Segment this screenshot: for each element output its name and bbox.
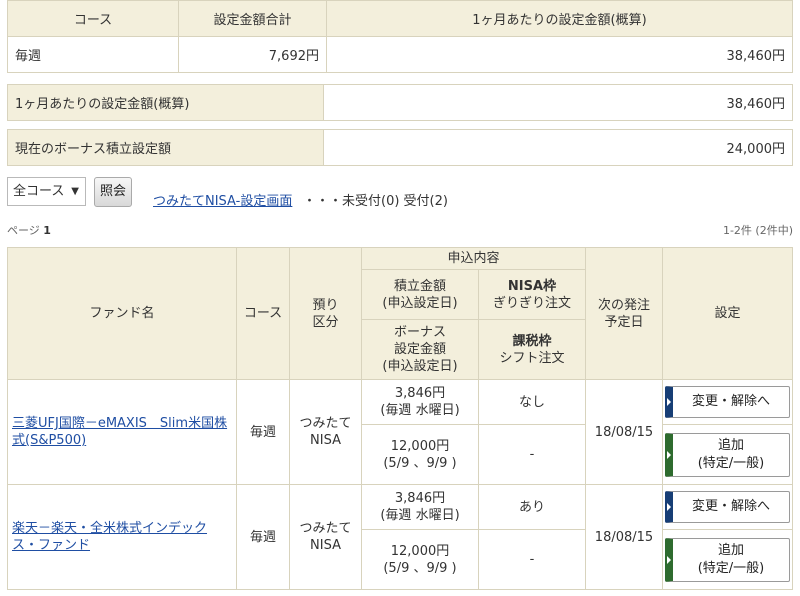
header-account-type: 預り 区分 — [289, 247, 362, 380]
bonus-amount-label: 現在のボーナス積立設定額 — [7, 129, 324, 166]
tax-shift-cell: - — [478, 529, 586, 590]
header-next-order-date: 次の発注 予定日 — [585, 247, 663, 380]
monthly-amount-value: 38,460円 — [323, 84, 793, 121]
fund-cell: 三菱UFJ国際－eMAXIS Slim米国株式(S&P500) — [7, 379, 237, 485]
summary-monthly: 38,460円 — [326, 36, 793, 73]
account-cell: つみたて NISA — [289, 484, 362, 590]
header-application: 申込内容 — [361, 247, 586, 270]
bonus-amount-value: 24,000円 — [323, 129, 793, 166]
monthly-amount-label: 1ヶ月あたりの設定金額(概算) — [7, 84, 324, 121]
next-date-cell: 18/08/15 — [585, 379, 663, 485]
summary-table: コース 設定金額合計 1ヶ月あたりの設定金額(概算) 毎週 7,692円 38,… — [7, 0, 793, 73]
fund-cell: 楽天－楽天・全米株式インデックス・ファンド — [7, 484, 237, 590]
nisa-order-cell: なし — [478, 379, 586, 425]
bonus-amount-cell: 12,000円 (5/9 、9/9 ) — [361, 424, 479, 485]
header-fund-name: ファンド名 — [7, 247, 237, 380]
page-indicator: ページ 1 — [7, 222, 51, 238]
course-select-value: 全コース — [13, 184, 65, 199]
account-cell: つみたて NISA — [289, 379, 362, 485]
fund-link[interactable]: 楽天－楽天・全米株式インデックス・ファンド — [12, 521, 207, 553]
amount-cell: 3,846円 (毎週 水曜日) — [361, 484, 479, 530]
amount-cell: 3,846円 (毎週 水曜日) — [361, 379, 479, 425]
header-course: コース — [236, 247, 290, 380]
nisa-order-cell: あり — [478, 484, 586, 530]
change-cancel-button[interactable]: 変更・解除へ — [665, 386, 790, 418]
header-tax-shift: 課税枠 シフト注文 — [478, 319, 586, 380]
arrow-right-icon — [667, 398, 671, 406]
arrow-right-icon — [667, 450, 671, 459]
summary-course: 毎週 — [7, 36, 179, 73]
table-row: 楽天－楽天・全米株式インデックス・ファンド 毎週 つみたて NISA 3,846円… — [7, 484, 793, 590]
tax-shift-cell: - — [478, 424, 586, 485]
table-row: 三菱UFJ国際－eMAXIS Slim米国株式(S&P500) 毎週 つみたて N… — [7, 379, 793, 485]
change-cell: 変更・解除へ — [662, 484, 793, 530]
add-button[interactable]: 追加 (特定/一般) — [665, 432, 790, 477]
change-cancel-button[interactable]: 変更・解除へ — [665, 491, 790, 523]
header-bonus-amount: ボーナス 設定金額 (申込設定日) — [361, 319, 479, 380]
change-cell: 変更・解除へ — [662, 379, 793, 425]
bonus-amount-cell: 12,000円 (5/9 、9/9 ) — [361, 529, 479, 590]
add-cell: 追加 (特定/一般) — [662, 424, 793, 485]
nisa-settings-link[interactable]: つみたてNISA-設定画面 — [153, 190, 292, 209]
arrow-right-icon — [667, 503, 671, 511]
course-cell: 毎週 — [236, 484, 290, 590]
result-count: 1-2件 (2件中) — [722, 224, 793, 237]
inquiry-button[interactable]: 照会 — [94, 177, 132, 207]
add-cell: 追加 (特定/一般) — [662, 529, 793, 590]
page-prefix: ページ — [7, 224, 40, 237]
header-setting: 設定 — [662, 247, 793, 380]
header-nisa-order: NISA枠 ぎりぎり注文 — [478, 269, 586, 320]
arrow-right-icon — [667, 555, 671, 564]
summary-total: 7,692円 — [178, 36, 327, 73]
course-select[interactable]: 全コース ▼ — [7, 177, 86, 206]
summary-header-total: 設定金額合計 — [178, 0, 327, 37]
next-date-cell: 18/08/15 — [585, 484, 663, 590]
bonus-amount-box: 現在のボーナス積立設定額 24,000円 — [7, 129, 793, 166]
summary-header-course: コース — [7, 0, 179, 37]
monthly-amount-box: 1ヶ月あたりの設定金額(概算) 38,460円 — [7, 84, 793, 121]
chevron-down-icon: ▼ — [71, 186, 79, 197]
add-button[interactable]: 追加 (特定/一般) — [665, 537, 790, 582]
fund-link[interactable]: 三菱UFJ国際－eMAXIS Slim米国株式(S&P500) — [12, 416, 227, 448]
fund-table: ファンド名 コース 預り 区分 申込内容 次の発注 予定日 設定 積立金額 (申込設定… — [7, 247, 793, 590]
header-amount: 積立金額 (申込設定日) — [361, 269, 479, 320]
page-number: 1 — [43, 224, 51, 237]
order-status-text: ・・・未受付(0) 受付(2) — [303, 194, 448, 209]
summary-header-monthly: 1ヶ月あたりの設定金額(概算) — [326, 0, 793, 37]
course-cell: 毎週 — [236, 379, 290, 485]
